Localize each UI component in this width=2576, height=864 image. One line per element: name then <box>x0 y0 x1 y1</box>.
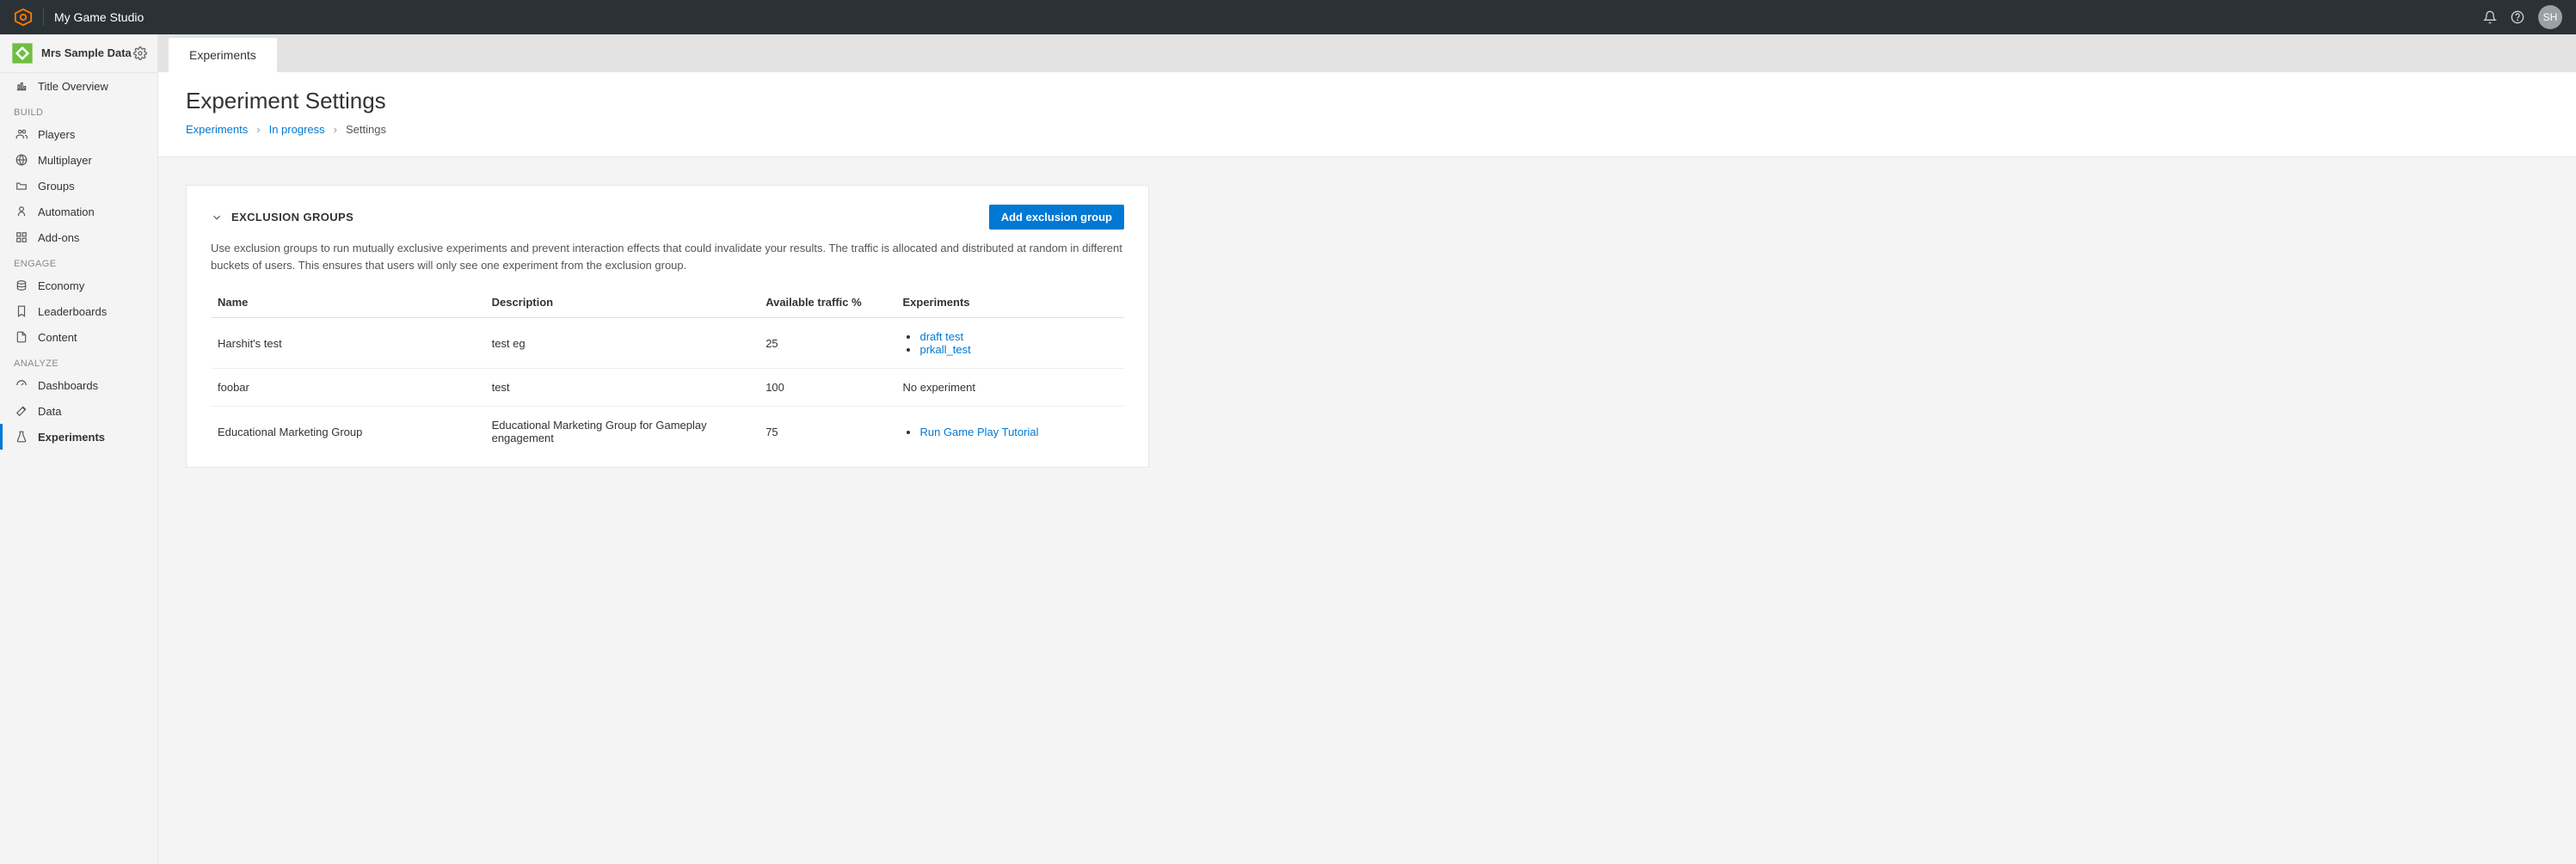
experiment-link[interactable]: Run Game Play Tutorial <box>919 426 1038 438</box>
title-name[interactable]: Mrs Sample Data <box>41 46 132 60</box>
breadcrumb-current: Settings <box>346 123 386 136</box>
experiment-list: Run Game Play Tutorial <box>902 426 1117 438</box>
table-row: Educational Marketing GroupEducational M… <box>211 407 1124 457</box>
sidebar-item-groups[interactable]: Groups <box>0 173 157 199</box>
sidebar-item-label: Automation <box>38 205 95 218</box>
table-header-row: Name Description Available traffic % Exp… <box>211 287 1124 318</box>
sidebar-item-multiplayer[interactable]: Multiplayer <box>0 147 157 173</box>
exclusion-groups-card: EXCLUSION GROUPS Add exclusion group Use… <box>186 185 1149 468</box>
help-icon[interactable] <box>2504 3 2531 31</box>
experiment-link[interactable]: prkall_test <box>919 343 970 356</box>
breadcrumb-experiments[interactable]: Experiments <box>186 123 248 136</box>
cell-description: Educational Marketing Group for Gameplay… <box>485 407 759 457</box>
sidebar-item-experiments[interactable]: Experiments <box>0 424 157 450</box>
sidebar-item-leaderboards[interactable]: Leaderboards <box>0 298 157 324</box>
folder-icon <box>14 178 29 193</box>
sidebar-item-label: Add-ons <box>38 231 79 244</box>
col-name: Name <box>211 287 485 318</box>
sidebar-section-analyze: ANALYZE <box>0 350 157 372</box>
cell-experiments: draft testprkall_test <box>895 318 1124 369</box>
studio-name[interactable]: My Game Studio <box>54 10 144 24</box>
table-row: foobartest100 No experiment <box>211 369 1124 407</box>
sidebar-item-title-overview[interactable]: Title Overview <box>0 73 157 99</box>
file-icon <box>14 329 29 345</box>
table-row: Harshit's testtest eg25 draft testprkall_… <box>211 318 1124 369</box>
cell-name: foobar <box>211 369 485 407</box>
user-avatar[interactable]: SH <box>2538 5 2562 29</box>
flask-icon <box>14 429 29 444</box>
divider <box>43 9 44 26</box>
title-block: Mrs Sample Data <box>0 34 157 73</box>
title-icon <box>10 41 34 65</box>
list-item: prkall_test <box>919 343 1117 356</box>
cell-experiments: Run Game Play Tutorial <box>895 407 1124 457</box>
sidebar-item-label: Players <box>38 128 75 141</box>
chart-icon <box>14 78 29 94</box>
main-content: Experiments Experiment Settings Experime… <box>158 34 2576 864</box>
gauge-icon <box>14 377 29 393</box>
breadcrumb-in-progress[interactable]: In progress <box>269 123 325 136</box>
list-item: draft test <box>919 330 1117 343</box>
chevron-down-icon[interactable] <box>211 211 223 224</box>
exclusion-groups-table: Name Description Available traffic % Exp… <box>211 287 1124 457</box>
content-header: Experiment Settings Experiments › In pro… <box>158 72 2576 157</box>
sidebar-item-label: Experiments <box>38 431 105 444</box>
sidebar-item-players[interactable]: Players <box>0 121 157 147</box>
cell-traffic: 25 <box>759 318 895 369</box>
breadcrumb: Experiments › In progress › Settings <box>186 123 2548 136</box>
sidebar-item-automation[interactable]: Automation <box>0 199 157 224</box>
content-body: EXCLUSION GROUPS Add exclusion group Use… <box>158 157 2576 495</box>
stack-icon <box>14 278 29 293</box>
experiment-list: draft testprkall_test <box>902 330 1117 356</box>
sidebar-item-label: Economy <box>38 279 84 292</box>
cell-name: Educational Marketing Group <box>211 407 485 457</box>
sidebar-item-economy[interactable]: Economy <box>0 273 157 298</box>
card-title: EXCLUSION GROUPS <box>231 211 354 224</box>
add-exclusion-group-button[interactable]: Add exclusion group <box>989 205 1124 230</box>
cell-description: test <box>485 369 759 407</box>
players-icon <box>14 126 29 142</box>
sidebar-item-label: Leaderboards <box>38 305 107 318</box>
sidebar-item-data[interactable]: Data <box>0 398 157 424</box>
bookmark-icon <box>14 303 29 319</box>
card-header: EXCLUSION GROUPS Add exclusion group <box>211 205 1124 230</box>
page-title: Experiment Settings <box>186 88 2548 114</box>
chevron-right-icon: › <box>334 123 337 136</box>
no-experiment-label: No experiment <box>902 381 975 394</box>
col-experiments: Experiments <box>895 287 1124 318</box>
chevron-right-icon: › <box>256 123 260 136</box>
globe-icon <box>14 152 29 168</box>
cell-traffic: 100 <box>759 369 895 407</box>
cell-traffic: 75 <box>759 407 895 457</box>
wand-icon <box>14 403 29 419</box>
sidebar-item-label: Dashboards <box>38 379 98 392</box>
sidebar-item-label: Multiplayer <box>38 154 92 167</box>
cell-description: test eg <box>485 318 759 369</box>
sidebar-item-content[interactable]: Content <box>0 324 157 350</box>
top-bar: My Game Studio SH <box>0 0 2576 34</box>
cell-experiments: No experiment <box>895 369 1124 407</box>
sidebar-item-label: Content <box>38 331 77 344</box>
notifications-icon[interactable] <box>2476 3 2504 31</box>
sidebar-item-label: Data <box>38 405 61 418</box>
brand-logo-icon[interactable] <box>14 8 33 27</box>
sidebar: Mrs Sample Data Title Overview BUILD Pla… <box>0 34 158 864</box>
sidebar-section-build: BUILD <box>0 99 157 121</box>
sidebar-item-dashboards[interactable]: Dashboards <box>0 372 157 398</box>
list-item: Run Game Play Tutorial <box>919 426 1117 438</box>
cell-name: Harshit's test <box>211 318 485 369</box>
col-description: Description <box>485 287 759 318</box>
tab-experiments[interactable]: Experiments <box>169 38 277 72</box>
sidebar-section-engage: ENGAGE <box>0 250 157 273</box>
experiment-link[interactable]: draft test <box>919 330 963 343</box>
sidebar-item-label: Title Overview <box>38 80 108 93</box>
robot-icon <box>14 204 29 219</box>
gear-icon[interactable] <box>133 46 147 60</box>
sidebar-item-addons[interactable]: Add-ons <box>0 224 157 250</box>
grid-icon <box>14 230 29 245</box>
tab-bar: Experiments <box>158 34 2576 72</box>
col-traffic: Available traffic % <box>759 287 895 318</box>
card-description: Use exclusion groups to run mutually exc… <box>211 240 1124 273</box>
sidebar-item-label: Groups <box>38 180 75 193</box>
